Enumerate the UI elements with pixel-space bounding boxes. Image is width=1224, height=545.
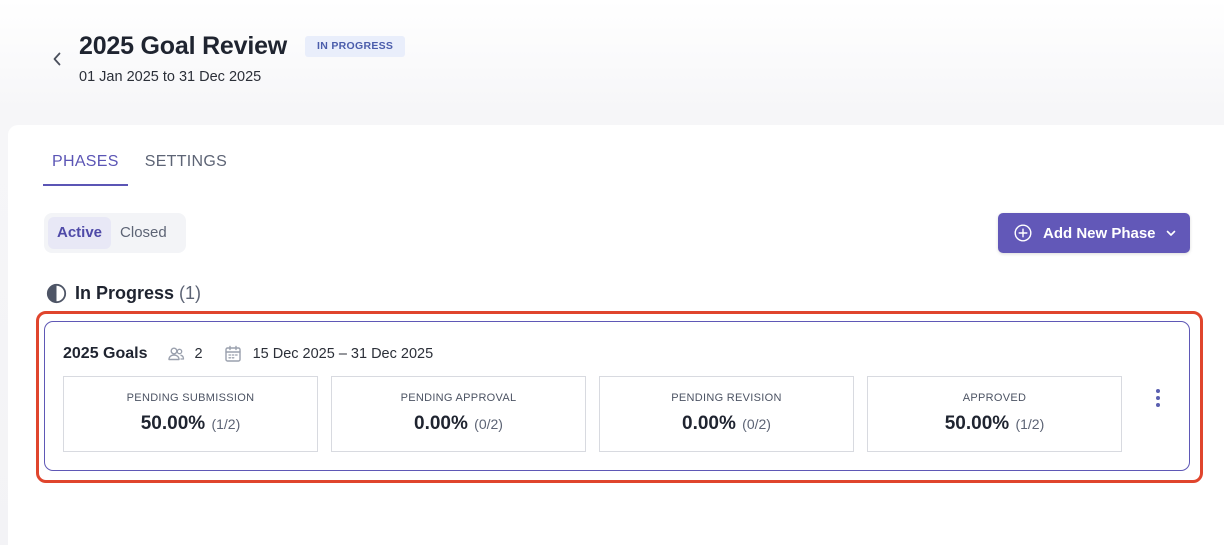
main-card: PHASES SETTINGS Active Closed Add New Ph… [8,125,1224,545]
stat-value: 50.00% [944,413,1010,434]
stat-fraction: (1/2) [211,416,241,432]
calendar-icon [224,345,241,362]
page-header: 2025 Goal Review IN PROGRESS 01 Jan 2025… [0,0,1224,120]
stat-value-row: 50.00% (1/2) [64,413,317,435]
stat-approved: APPROVED 50.00% (1/2) [867,376,1122,452]
stat-fraction: (0/2) [742,416,771,432]
stat-value-row: 0.00% (0/2) [332,413,585,435]
phase-dates: 15 Dec 2025 – 31 Dec 2025 [252,346,434,362]
tab-settings[interactable]: SETTINGS [136,153,236,186]
stat-fraction: (1/2) [1015,416,1045,432]
stat-value-row: 0.00% (0/2) [600,413,853,435]
tab-phases[interactable]: PHASES [43,153,128,186]
phase-stats: PENDING SUBMISSION 50.00% (1/2) PENDING … [63,376,1135,452]
plus-circle-icon [1014,224,1032,242]
page-title: 2025 Goal Review [79,32,288,60]
kebab-dot [1156,389,1160,393]
stat-label: PENDING APPROVAL [400,392,517,404]
stat-value: 0.00% [414,413,468,434]
stat-label: PENDING SUBMISSION [126,392,255,404]
stat-value: 50.00% [140,413,206,434]
stat-fraction: (0/2) [474,416,503,432]
section-count: (1) [179,283,202,303]
add-new-phase-label: Add New Phase [1043,224,1156,242]
stat-pending-approval: PENDING APPROVAL 0.00% (0/2) [331,376,586,452]
stat-value-row: 50.00% (1/2) [868,413,1121,435]
participant-count: 2 [194,346,203,362]
tab-bar: PHASES SETTINGS [43,153,244,186]
section-heading: In Progress (1) [46,283,201,304]
stat-pending-revision: PENDING REVISION 0.00% (0/2) [599,376,854,452]
status-filter-toggle: Active Closed [44,213,186,253]
phase-card[interactable]: 2025 Goals 2 15 Dec 2025 – 31 Dec 2025 P… [44,321,1190,471]
section-title: In Progress [75,283,175,303]
phase-header: 2025 Goals 2 15 Dec 2025 – 31 Dec 2025 [63,344,433,364]
phase-name: 2025 Goals [63,345,148,362]
chevron-left-icon [53,52,61,66]
filter-closed-button[interactable]: Closed [111,217,176,249]
stat-label: APPROVED [962,392,1027,404]
add-new-phase-button[interactable]: Add New Phase [998,213,1190,253]
users-icon [167,347,184,361]
kebab-dot [1156,396,1160,400]
pie-progress-icon [46,283,67,304]
stat-label: PENDING REVISION [671,392,782,404]
stat-pending-submission: PENDING SUBMISSION 50.00% (1/2) [63,376,318,452]
review-date-range: 01 Jan 2025 to 31 Dec 2025 [79,69,262,85]
filter-active-button[interactable]: Active [48,217,112,249]
kebab-menu-icon[interactable] [1150,386,1166,410]
kebab-dot [1156,403,1160,407]
back-button[interactable] [46,48,68,70]
chevron-down-icon [1166,230,1175,236]
stat-value: 0.00% [682,413,736,434]
status-badge: IN PROGRESS [305,36,406,57]
